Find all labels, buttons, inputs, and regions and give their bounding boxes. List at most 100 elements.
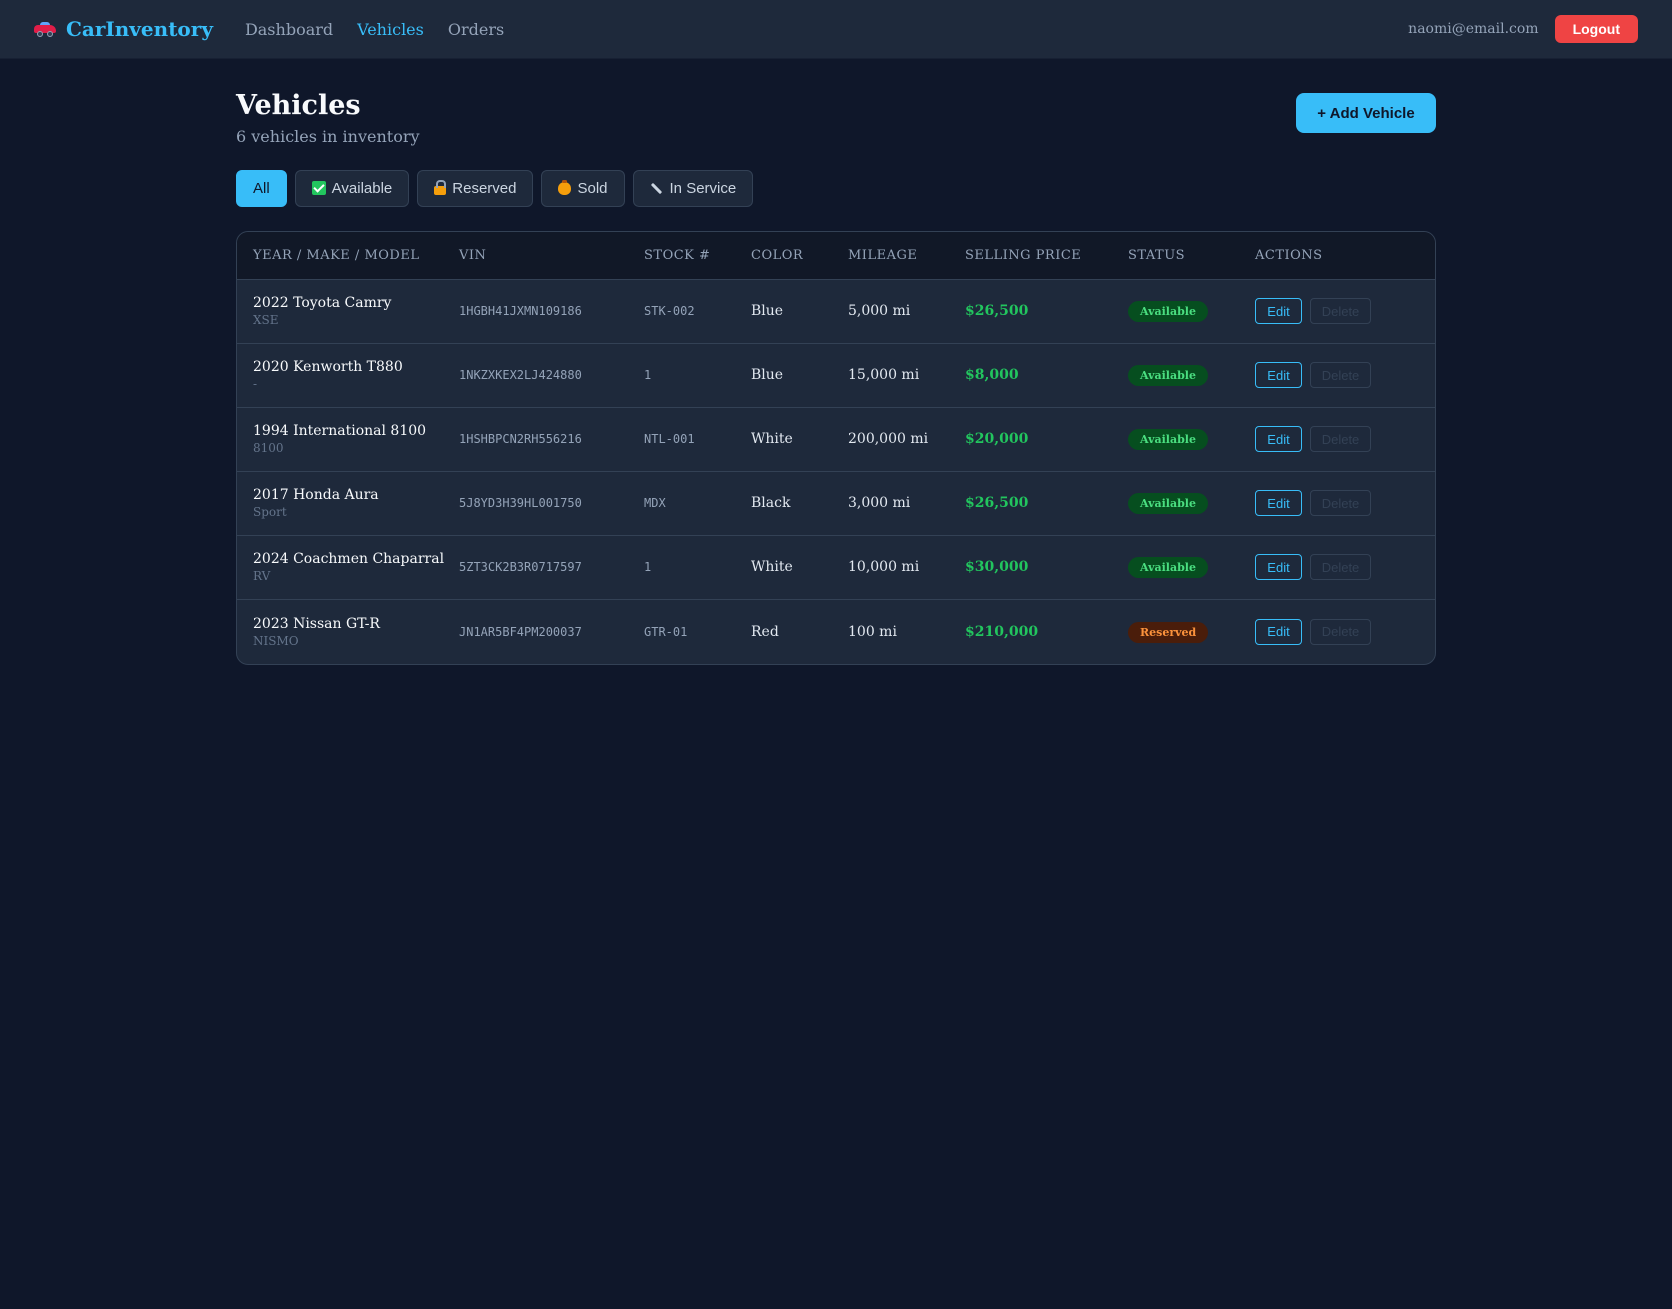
user-email: naomi@email.com [1408,21,1539,37]
vin-cell: 5ZT3CK2B3R0717597 [459,560,582,575]
edit-button[interactable]: Edit [1255,362,1302,389]
status-badge: Available [1128,301,1208,323]
stock-cell: 1 [644,560,652,575]
filter-reserved[interactable]: Reserved [417,169,534,207]
nav-link-dashboard[interactable]: Dashboard [245,20,333,39]
stock-cell: NTL-001 [644,432,695,447]
status-cell: Available [1128,300,1255,323]
vehicle-name: 2024 Coachmen Chaparral [253,551,445,568]
column-header-mileage[interactable]: Mileage [848,248,965,263]
stock-cell: STK-002 [644,304,695,319]
color-cell: Blue [751,367,784,384]
actions-cell: Edit Delete [1255,426,1435,453]
delete-button[interactable]: Delete [1310,554,1371,581]
mileage-cell: 100 mi [848,623,897,640]
logout-button[interactable]: Logout [1554,15,1638,43]
table-row[interactable]: 1994 International 8100 8100 1HSHBPCN2RH… [237,408,1435,472]
status-badge: Available [1128,429,1208,451]
status-cell: Available [1128,556,1255,579]
car-icon [34,22,56,37]
table-row[interactable]: 2022 Toyota Camry XSE 1HGBH41JXMN109186 … [237,280,1435,344]
brand-name[interactable]: CarInventory [66,17,213,41]
mileage-cell: 3,000 mi [848,495,911,512]
table-row[interactable]: 2017 Honda Aura Sport 5J8YD3H39HL001750 … [237,472,1435,536]
edit-button[interactable]: Edit [1255,618,1302,645]
color-cell: Red [751,623,779,640]
vehicle-cell: 2020 Kenworth T880 - [237,359,459,391]
column-header-status[interactable]: Status [1128,248,1255,263]
vehicle-trim: - [253,377,258,392]
status-filters: All Available Reserved Sold In Service [236,169,1436,207]
lock-icon [434,180,447,196]
brand[interactable]: CarInventory [34,17,213,41]
delete-button[interactable]: Delete [1310,362,1371,389]
table-row[interactable]: 2020 Kenworth T880 - 1NKZXKEX2LJ424880 1… [237,344,1435,408]
price-cell: $20,000 [965,431,1029,448]
filter-available[interactable]: Available [294,169,410,207]
table-header: Year / Make / Model VIN Stock # Color Mi… [237,231,1435,280]
top-nav: CarInventory Dashboard Vehicles Orders n… [0,0,1672,59]
status-cell: Available [1128,492,1255,515]
nav-link-orders[interactable]: Orders [448,20,504,39]
delete-button[interactable]: Delete [1310,490,1371,517]
column-header-model[interactable]: Year / Make / Model [237,248,459,263]
actions-cell: Edit Delete [1255,618,1435,645]
vin-cell: 5J8YD3H39HL001750 [459,496,582,511]
filter-sold-label: Sold [577,179,608,197]
nav-link-vehicles[interactable]: Vehicles [357,20,424,39]
status-badge: Reserved [1128,621,1209,643]
table-row[interactable]: 2024 Coachmen Chaparral RV 5ZT3CK2B3R071… [237,536,1435,600]
stock-cell: MDX [644,496,666,511]
delete-button[interactable]: Delete [1310,426,1371,453]
vehicle-name: 2020 Kenworth T880 [253,359,403,376]
edit-button[interactable]: Edit [1255,298,1302,325]
color-cell: White [751,431,793,448]
vehicle-name: 1994 International 8100 [253,423,427,440]
price-cell: $210,000 [965,623,1039,640]
money-bag-icon [558,179,572,195]
add-vehicle-button[interactable]: + Add Vehicle [1296,93,1436,133]
check-icon [311,181,326,196]
actions-cell: Edit Delete [1255,362,1435,389]
vehicle-trim: NISMO [253,633,299,648]
column-header-actions: Actions [1255,247,1323,263]
column-header-price[interactable]: Selling Price [965,248,1128,263]
price-cell: $8,000 [965,367,1019,384]
status-cell: Reserved [1128,621,1255,643]
color-cell: Blue [751,303,784,320]
page-title: Vehicles [236,90,361,121]
vehicle-trim: Sport [253,505,287,520]
delete-button[interactable]: Delete [1310,618,1371,645]
column-header-vin[interactable]: VIN [459,248,644,263]
vehicle-cell: 1994 International 8100 8100 [237,423,459,455]
table-body: 2022 Toyota Camry XSE 1HGBH41JXMN109186 … [237,280,1435,664]
filter-in-service[interactable]: In Service [632,169,754,207]
price-cell: $26,500 [965,495,1029,512]
column-header-stock[interactable]: Stock # [644,248,751,263]
mileage-cell: 15,000 mi [848,367,920,384]
mileage-cell: 200,000 mi [848,431,929,448]
vin-cell: 1NKZXKEX2LJ424880 [459,368,582,383]
actions-cell: Edit Delete [1255,298,1435,325]
edit-button[interactable]: Edit [1255,426,1302,453]
filter-all-label: All [253,179,270,197]
edit-button[interactable]: Edit [1255,490,1302,517]
filter-sold[interactable]: Sold [541,169,625,207]
mileage-cell: 10,000 mi [848,559,920,576]
vehicle-trim: RV [253,569,271,584]
stock-cell: 1 [644,368,652,383]
status-badge: Available [1128,493,1208,515]
filter-all[interactable]: All [236,169,287,207]
table-row[interactable]: 2023 Nissan GT-R NISMO JN1AR5BF4PM200037… [237,600,1435,664]
vehicles-table: Year / Make / Model VIN Stock # Color Mi… [236,230,1436,665]
vehicle-cell: 2017 Honda Aura Sport [237,487,459,519]
vehicle-name: 2022 Toyota Camry [253,295,392,312]
vehicle-trim: XSE [253,313,279,328]
price-cell: $30,000 [965,559,1029,576]
edit-button[interactable]: Edit [1255,554,1302,581]
column-header-color[interactable]: Color [751,248,848,263]
filter-reserved-label: Reserved [452,179,517,197]
vin-cell: 1HSHBPCN2RH556216 [459,432,582,447]
vehicle-trim: 8100 [253,441,284,456]
delete-button[interactable]: Delete [1310,298,1371,325]
